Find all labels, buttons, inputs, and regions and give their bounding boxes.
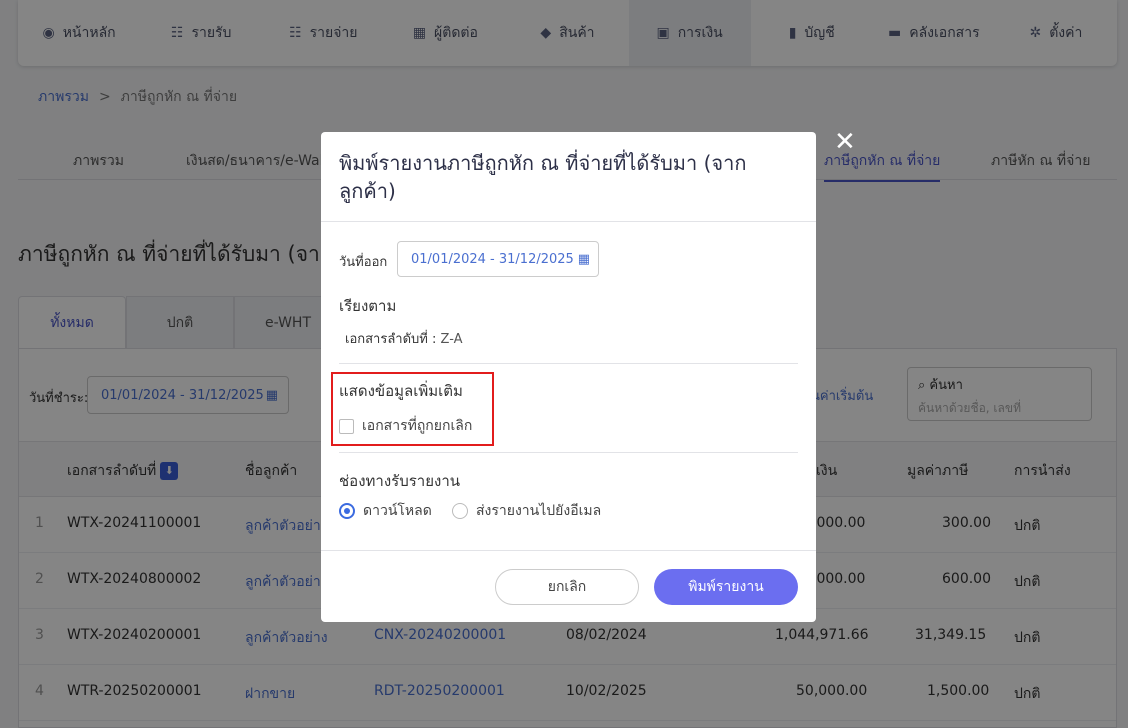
email-option[interactable]: ส่งรายงานไปยังอีเมล bbox=[452, 500, 601, 522]
download-radio[interactable] bbox=[339, 503, 355, 519]
extra-info-title: แสดงข้อมูลเพิ่มเติม bbox=[339, 382, 463, 400]
sort-value: Z-A bbox=[440, 332, 463, 347]
email-radio[interactable] bbox=[452, 503, 468, 519]
sort-field: เอกสารลำดับที่ : bbox=[345, 332, 437, 347]
calendar-icon: ▦ bbox=[577, 251, 590, 267]
print-report-dialog: พิมพ์รายงานภาษีถูกหัก ณ ที่จ่ายที่ได้รับ… bbox=[321, 132, 816, 622]
issue-date-range[interactable]: 01/01/2024 - 31/12/2025 ▦ bbox=[397, 241, 599, 277]
cancel-button[interactable]: ยกเลิก bbox=[495, 569, 639, 605]
date-range-value: 01/01/2024 - 31/12/2025 bbox=[411, 251, 574, 267]
dialog-title: พิมพ์รายงานภาษีถูกหัก ณ ที่จ่ายที่ได้รับ… bbox=[321, 132, 816, 222]
download-label: ดาวน์โหลด bbox=[363, 503, 432, 519]
download-option[interactable]: ดาวน์โหลด bbox=[339, 500, 432, 522]
divider bbox=[339, 452, 798, 453]
issue-date-label: วันที่ออก bbox=[339, 255, 388, 270]
sort-title: เรียงตาม bbox=[339, 297, 397, 315]
email-label: ส่งรายงานไปยังอีเมล bbox=[476, 503, 602, 519]
cancelled-docs-option[interactable]: เอกสารที่ถูกยกเลิก bbox=[339, 415, 472, 437]
cancelled-docs-checkbox[interactable] bbox=[339, 418, 354, 434]
sort-option: เอกสารลำดับที่ : Z-A bbox=[345, 328, 463, 349]
divider bbox=[339, 363, 798, 364]
print-report-button[interactable]: พิมพ์รายงาน bbox=[654, 569, 798, 605]
cancelled-docs-label: เอกสารที่ถูกยกเลิก bbox=[362, 418, 473, 434]
channel-title: ช่องทางรับรายงาน bbox=[339, 472, 460, 490]
dialog-footer-divider bbox=[321, 550, 816, 551]
close-icon[interactable]: ✕ bbox=[834, 129, 856, 155]
